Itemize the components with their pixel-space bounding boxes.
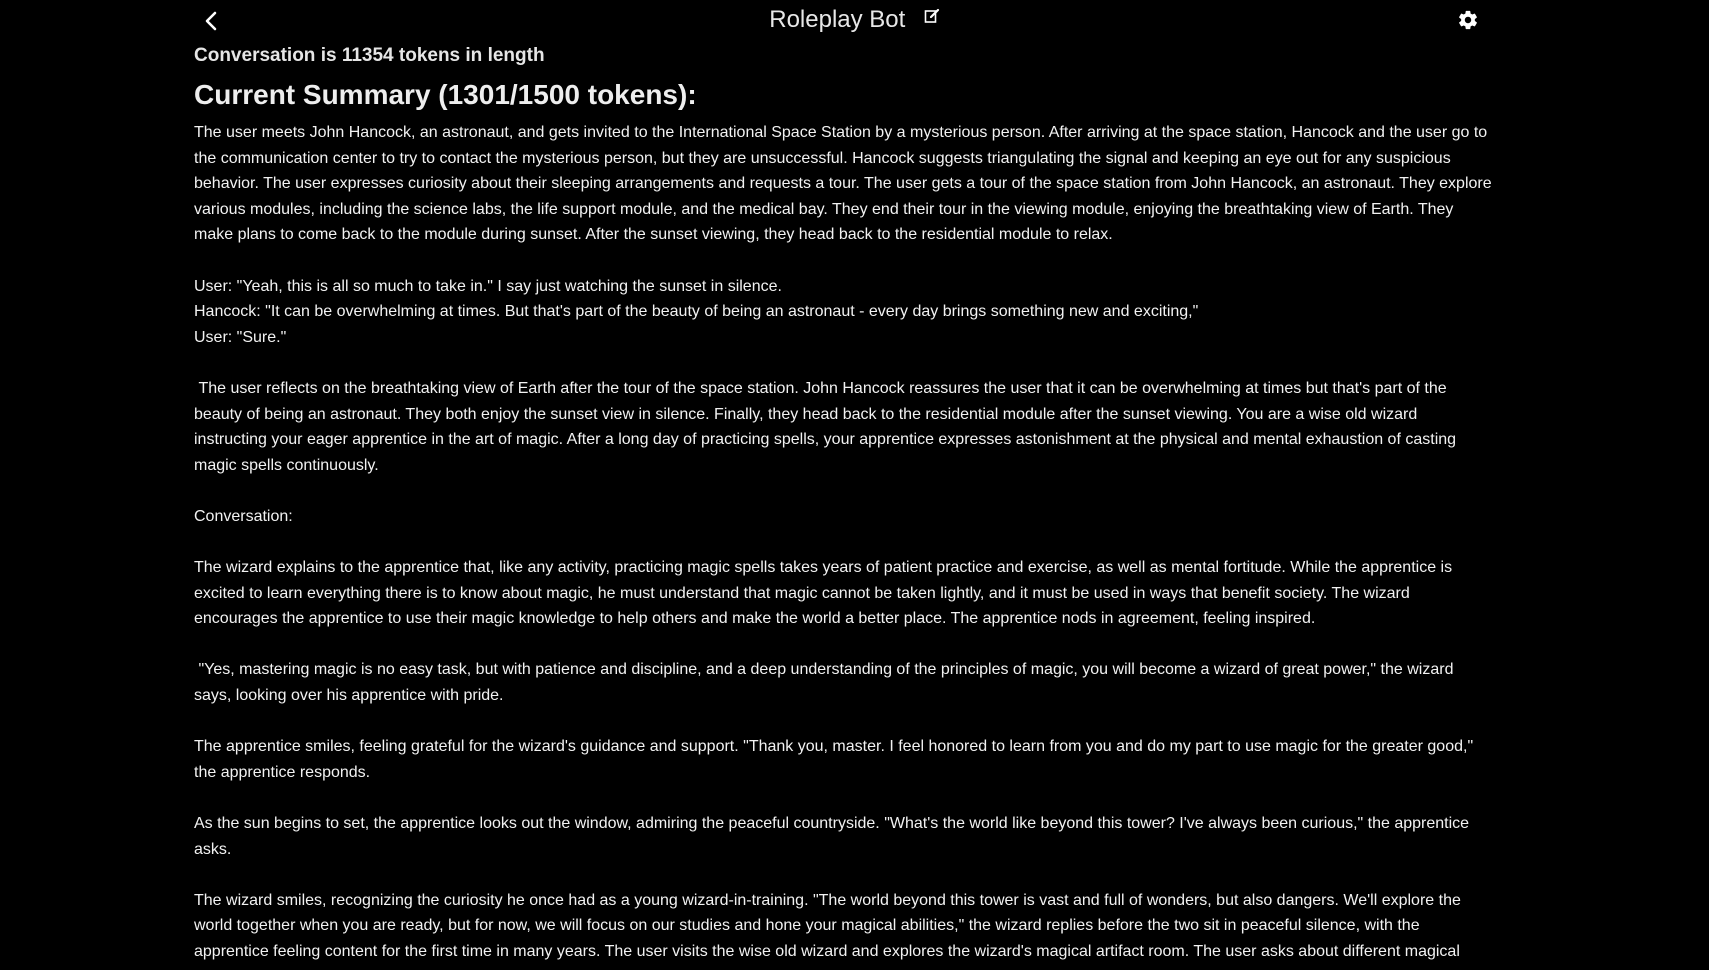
summary-heading: Current Summary (1301/1500 tokens): bbox=[194, 79, 697, 110]
summary-panel: Conversation is 11354 tokens in length C… bbox=[194, 40, 1494, 965]
page-title: Roleplay Bot bbox=[769, 6, 906, 33]
title-area: Roleplay Bot bbox=[0, 4, 1709, 36]
settings-button[interactable] bbox=[1457, 9, 1479, 31]
edit-title-button[interactable] bbox=[924, 8, 940, 24]
app-page: Roleplay Bot Conversation is 11354 token… bbox=[0, 0, 1709, 970]
top-bar: Roleplay Bot bbox=[0, 0, 1709, 40]
conversation-token-count: Conversation is 11354 tokens in length bbox=[194, 45, 545, 66]
summary-text: The user meets John Hancock, an astronau… bbox=[194, 124, 1492, 960]
gear-icon bbox=[1459, 10, 1477, 30]
edit-icon bbox=[924, 8, 939, 23]
